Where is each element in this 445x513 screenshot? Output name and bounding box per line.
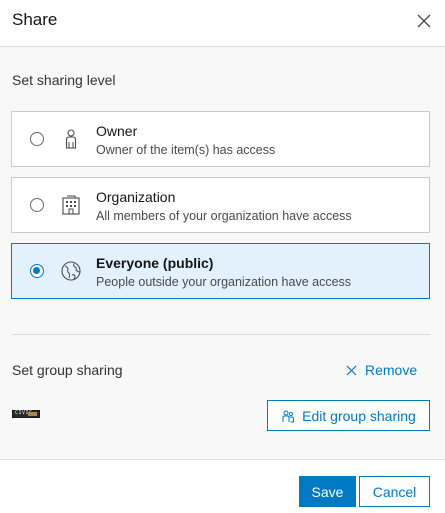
- sharing-level-label: Set sharing level: [12, 72, 116, 88]
- sharing-option-everyone[interactable]: Everyone (public) People outside your or…: [11, 243, 430, 299]
- sharing-option-owner[interactable]: Owner Owner of the item(s) has access: [11, 111, 430, 167]
- section-divider: [12, 334, 430, 335]
- dialog-title: Share: [12, 10, 58, 29]
- edit-group-sharing-label: Edit group sharing: [302, 407, 416, 424]
- edit-group-sharing-button[interactable]: Edit group sharing: [267, 400, 430, 431]
- sharing-option-organization[interactable]: Organization All members of your organiz…: [11, 177, 430, 233]
- group-icon: [282, 410, 295, 422]
- everyone-description: People outside your organization have ac…: [96, 275, 352, 289]
- everyone-radio[interactable]: [30, 264, 44, 278]
- remove-label: Remove: [365, 362, 418, 378]
- owner-title: Owner: [96, 123, 138, 139]
- remove-button[interactable]: Remove: [346, 362, 417, 378]
- owner-description: Owner of the item(s) has access: [96, 143, 276, 157]
- group-sharing-label: Set group sharing: [12, 362, 123, 378]
- everyone-title: Everyone (public): [96, 255, 214, 271]
- organization-title: Organization: [96, 189, 176, 205]
- organization-description: All members of your organization have ac…: [96, 209, 352, 223]
- share-dialog: Share Set sharing level Owner Owner of t…: [0, 0, 445, 513]
- group-thumbnail[interactable]: CIVIC: [12, 410, 40, 418]
- organization-radio[interactable]: [30, 198, 44, 212]
- close-button[interactable]: [410, 7, 438, 35]
- user-icon: [65, 129, 77, 149]
- save-button[interactable]: Save: [299, 476, 356, 507]
- cancel-button[interactable]: Cancel: [359, 476, 430, 507]
- organization-icon: [62, 195, 80, 215]
- globe-icon: [61, 261, 81, 281]
- dialog-footer: Save Cancel: [0, 459, 445, 513]
- close-icon: [417, 14, 431, 28]
- group-thumbnail-accent: [28, 412, 37, 416]
- radio-selected-dot: [33, 267, 40, 274]
- owner-radio[interactable]: [30, 132, 44, 146]
- x-icon: [346, 365, 357, 375]
- dialog-header: Share: [0, 0, 445, 47]
